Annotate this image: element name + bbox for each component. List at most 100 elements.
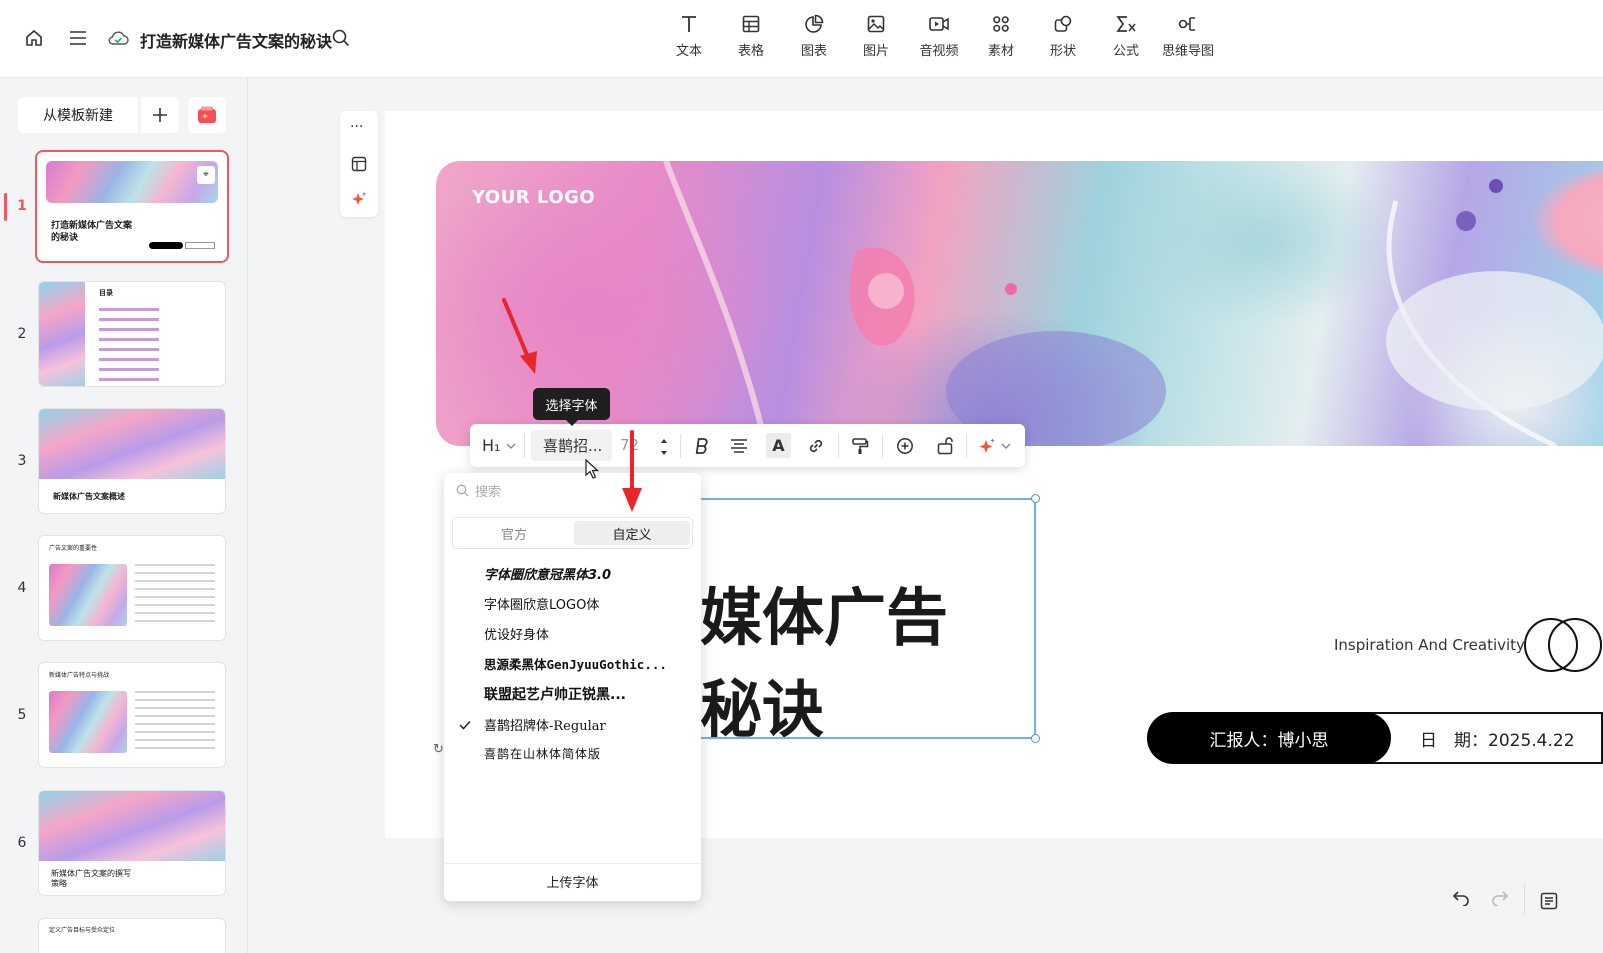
font-option[interactable]: 思源柔黑体GenJyuuGothic... (484, 654, 667, 673)
tool-label: 图片 (862, 44, 889, 59)
tool-chart[interactable]: 图表 (785, 14, 843, 64)
tool-image[interactable]: 图片 (847, 14, 905, 64)
ai-assist-button[interactable] (977, 436, 1011, 456)
undo-icon[interactable] (1452, 890, 1470, 910)
tab-custom[interactable]: 自定义 (574, 521, 690, 545)
slide-thumbnail-2[interactable]: 目录 (38, 281, 226, 387)
slide-thumbnail-4[interactable]: 广告文案的重要性 (38, 535, 226, 641)
slide-number: 6 (17, 835, 27, 851)
toolbar-divider (1524, 884, 1525, 914)
thumb-title: 广告文案的重要性 (49, 545, 98, 552)
annotation-arrow-icon (502, 298, 537, 374)
slide-thumbnail-5[interactable]: 新媒体广告特点与挑战 (38, 662, 226, 768)
date-box[interactable]: 日 期：2025.4.22 (1366, 712, 1603, 764)
font-tooltip: 选择字体 (533, 388, 610, 426)
font-option[interactable]: 字体圈欣意冠黑体3.0 (484, 564, 611, 583)
add-comment-icon[interactable] (896, 437, 914, 459)
add-slide-button[interactable] (141, 97, 179, 133)
check-icon (459, 715, 471, 734)
new-from-template-button[interactable]: 从模板新建 (18, 97, 138, 133)
template-gallery-button[interactable] (188, 97, 226, 133)
font-family-select[interactable]: 喜鹊招... (531, 430, 612, 461)
heading-select[interactable]: H₁ (482, 436, 516, 455)
menu-icon[interactable] (66, 26, 90, 50)
font-option[interactable]: 联盟起艺卢帅正锐黑... (484, 684, 626, 704)
ai-sparkle-icon[interactable] (350, 190, 368, 212)
redo-icon[interactable] (1491, 890, 1509, 910)
tool-formula[interactable]: 公式 (1097, 14, 1155, 64)
tool-video[interactable]: 音视频 (910, 14, 968, 64)
tool-label: 思维导图 (1161, 44, 1214, 59)
tool-label: 文本 (675, 44, 702, 59)
upload-font-button[interactable]: 上传字体 (444, 872, 701, 891)
toolbar-divider (524, 434, 525, 458)
bold-icon[interactable] (693, 437, 709, 459)
thumb-title: 新媒体广告特点与挑战 (49, 672, 110, 679)
tool-table[interactable]: 表格 (722, 14, 780, 64)
pin-icon[interactable]: ⌖ (197, 166, 215, 184)
video-icon (929, 17, 949, 31)
tab-official[interactable]: 官方 (456, 521, 572, 545)
slide-thumbnail-6[interactable]: 新媒体广告文案的撰写策略 (38, 790, 226, 896)
chart-icon (805, 14, 824, 33)
tagline-text[interactable]: Inspiration And Creativity (1334, 636, 1525, 654)
notes-icon[interactable] (1540, 892, 1558, 914)
format-painter-icon[interactable] (851, 437, 869, 459)
dropdown-divider (444, 863, 701, 864)
tool-label: 音视频 (919, 44, 959, 59)
tool-mindmap[interactable]: 思维导图 (1159, 14, 1217, 64)
font-size-stepper[interactable] (659, 436, 669, 462)
image-icon (867, 15, 885, 33)
toolbar-divider (966, 434, 967, 458)
tool-assets[interactable]: 素材 (972, 14, 1030, 64)
tool-label: 素材 (987, 44, 1014, 59)
tool-label: 图表 (800, 44, 827, 59)
more-icon[interactable]: ··· (350, 119, 363, 135)
rotate-handle-icon[interactable]: ↻ (433, 742, 444, 757)
slide-thumbnail-3[interactable]: 新媒体广告文案概述 (38, 408, 226, 514)
thumb-title: 打造新媒体广告文案的秘诀 (51, 221, 133, 243)
link-icon[interactable] (807, 437, 825, 459)
banner-image[interactable] (436, 161, 1603, 446)
font-option[interactable]: 字体圈欣意LOGO体 (484, 594, 599, 613)
unlock-icon[interactable] (936, 436, 954, 459)
toolbar-divider (680, 434, 681, 458)
chevron-down-icon (506, 443, 516, 449)
resize-handle[interactable] (1031, 494, 1040, 503)
slide-number: 2 (17, 326, 27, 342)
reporter-pill[interactable]: 汇报人：博小思 (1147, 712, 1391, 764)
font-search-input[interactable]: 搜索 (475, 481, 501, 500)
logo-text: YOUR LOGO (472, 187, 596, 208)
font-search[interactable]: 搜索 (456, 480, 691, 500)
assets-icon (993, 16, 1009, 32)
slide-thumbnail-1[interactable]: ⌖ 打造新媒体广告文案的秘诀 (35, 150, 229, 263)
font-option[interactable]: 喜鹊在山林体简体版 (484, 745, 601, 762)
text-color-icon[interactable]: A (766, 433, 791, 458)
document-title[interactable]: 打造新媒体广告文案的秘诀 (140, 28, 332, 52)
home-icon[interactable] (22, 26, 46, 50)
slide-number: 1 (17, 198, 27, 214)
font-option-selected[interactable]: 喜鹊招牌体-Regular (484, 715, 606, 734)
search-icon[interactable] (330, 27, 352, 49)
toolbar-divider (882, 434, 883, 458)
ai-sparkle-icon (979, 438, 995, 453)
decor-circle (1548, 618, 1602, 672)
align-center-icon[interactable] (730, 437, 748, 459)
slide-thumbnail-7[interactable]: 定义广告目标与受众定位 (38, 918, 226, 953)
thumb-title: 目录 (99, 289, 113, 297)
font-option[interactable]: 优设好身体 (484, 624, 549, 643)
formula-icon (1116, 16, 1136, 32)
text-selection-box[interactable] (696, 498, 1036, 739)
tool-shape[interactable]: 形状 (1034, 14, 1092, 64)
thumb-title: 新媒体广告文案的撰写策略 (51, 869, 131, 888)
active-slide-indicator (4, 193, 7, 221)
template-icon (198, 106, 216, 123)
table-icon (742, 15, 760, 33)
thumb-title: 定义广告目标与受众定位 (49, 927, 116, 934)
layout-icon[interactable] (351, 156, 367, 176)
resize-handle[interactable] (1031, 734, 1040, 743)
tool-label: 表格 (737, 44, 764, 59)
tool-text[interactable]: 文本 (660, 14, 718, 64)
thumb-title: 新媒体广告文案概述 (53, 492, 125, 501)
chevron-down-icon (1001, 443, 1011, 449)
